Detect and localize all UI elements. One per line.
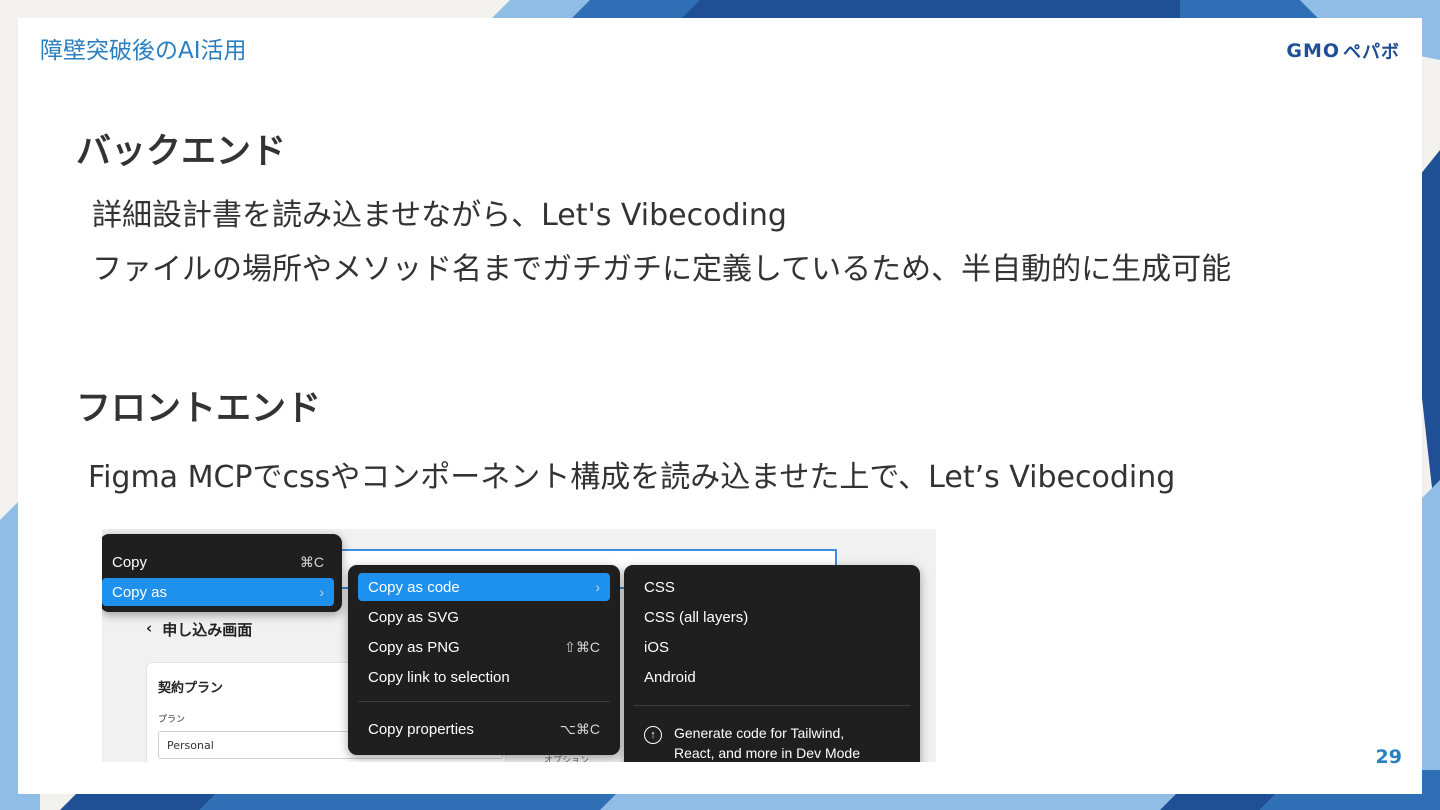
dev-mode-promo[interactable]: ↑ Generate code for Tailwind, React, and… [644,723,860,762]
backend-line-1: 詳細設計書を読み込ませながら、Let's Vibecoding [92,198,787,233]
menu-item-copy-as-png[interactable]: Copy as PNG ⇧⌘C [358,633,610,661]
menu-item-css[interactable]: CSS [634,573,910,601]
menu-item-label: iOS [644,638,670,656]
menu-item-android[interactable]: Android [634,663,910,691]
slide: 障壁突破後のAI活用 GMO ペパボ バックエンド 詳細設計書を読み込ませながら… [18,18,1422,794]
menu-item-css-all-layers[interactable]: CSS (all layers) [634,603,910,631]
menu-item-label: Copy properties [368,720,474,738]
upgrade-arrow-icon: ↑ [644,726,662,744]
menu-item-copy[interactable]: Copy ⌘C [102,548,334,576]
menu-item-shortcut: ⌥⌘C [559,720,600,737]
menu-item-copy-as-svg[interactable]: Copy as SVG [358,603,610,631]
menu-item-shortcut: ⇧⌘C [564,638,600,655]
menu-item-shortcut: ⌘C [299,553,324,570]
backend-line-2: ファイルの場所やメソッド名までガチガチに定義しているため、半自動的に生成可能 [92,252,1232,287]
menu-item-label: CSS [644,578,675,596]
menu-item-label: Copy as code [368,578,460,596]
logo-gmo-text: GMO [1286,40,1340,62]
menu-separator [358,701,610,702]
menu-item-label: Copy as SVG [368,608,459,626]
menu-item-label: Android [644,668,696,686]
plan-heading: 契約プラン [158,681,224,696]
menu-item-ios[interactable]: iOS [634,633,910,661]
menu-separator [634,705,910,706]
menu-item-label: Copy as PNG [368,638,460,656]
menu-item-label: Copy [112,553,148,571]
back-label: 申し込み画面 [162,621,253,639]
back-row: ‹ 申し込み画面 [146,619,252,640]
promo-line-1: Generate code for Tailwind, [674,725,845,741]
section-title-frontend: フロントエンド [76,389,322,429]
menu-item-label: Copy link to selection [368,668,510,686]
section-title-backend: バックエンド [76,132,287,172]
menu-item-label: CSS (all layers) [644,608,749,626]
menu-item-copy-properties[interactable]: Copy properties ⌥⌘C [358,715,610,743]
menu-item-copy-as[interactable]: Copy as › [102,578,334,606]
context-menu-copy-as-code: CSS CSS (all layers) iOS Android ↑ Gener… [624,565,920,762]
chevron-right-icon: › [595,579,600,595]
company-logo: GMO ペパボ [1286,38,1400,64]
slide-header-title: 障壁突破後のAI活用 [40,38,247,64]
figma-context-menu-screenshot: ▁▁ ‹ 申し込み画面 契約プラン プラン Personal オプション Cop… [102,529,936,762]
context-menu-copy-as: Copy as code › Copy as SVG Copy as PNG ⇧… [348,565,620,755]
frontend-line-1: Figma MCPでcssやコンポーネント構成を読み込ませた上で、Let’s V… [88,460,1176,495]
menu-item-copy-link[interactable]: Copy link to selection [358,663,610,691]
context-menu-main: Copy ⌘C Copy as › [102,534,342,612]
logo-brand-text: ペパボ [1343,42,1400,63]
promo-line-2: React, and more in Dev Mode [674,745,860,761]
plan-label: プラン [158,715,186,725]
dev-mode-promo-text: Generate code for Tailwind, React, and m… [674,723,860,762]
menu-item-copy-as-code[interactable]: Copy as code › [358,573,610,601]
page-number: 29 [1375,746,1402,768]
chevron-right-icon: › [319,584,324,600]
menu-item-label: Copy as [112,583,168,601]
chevron-left-icon: ‹ [146,619,153,637]
